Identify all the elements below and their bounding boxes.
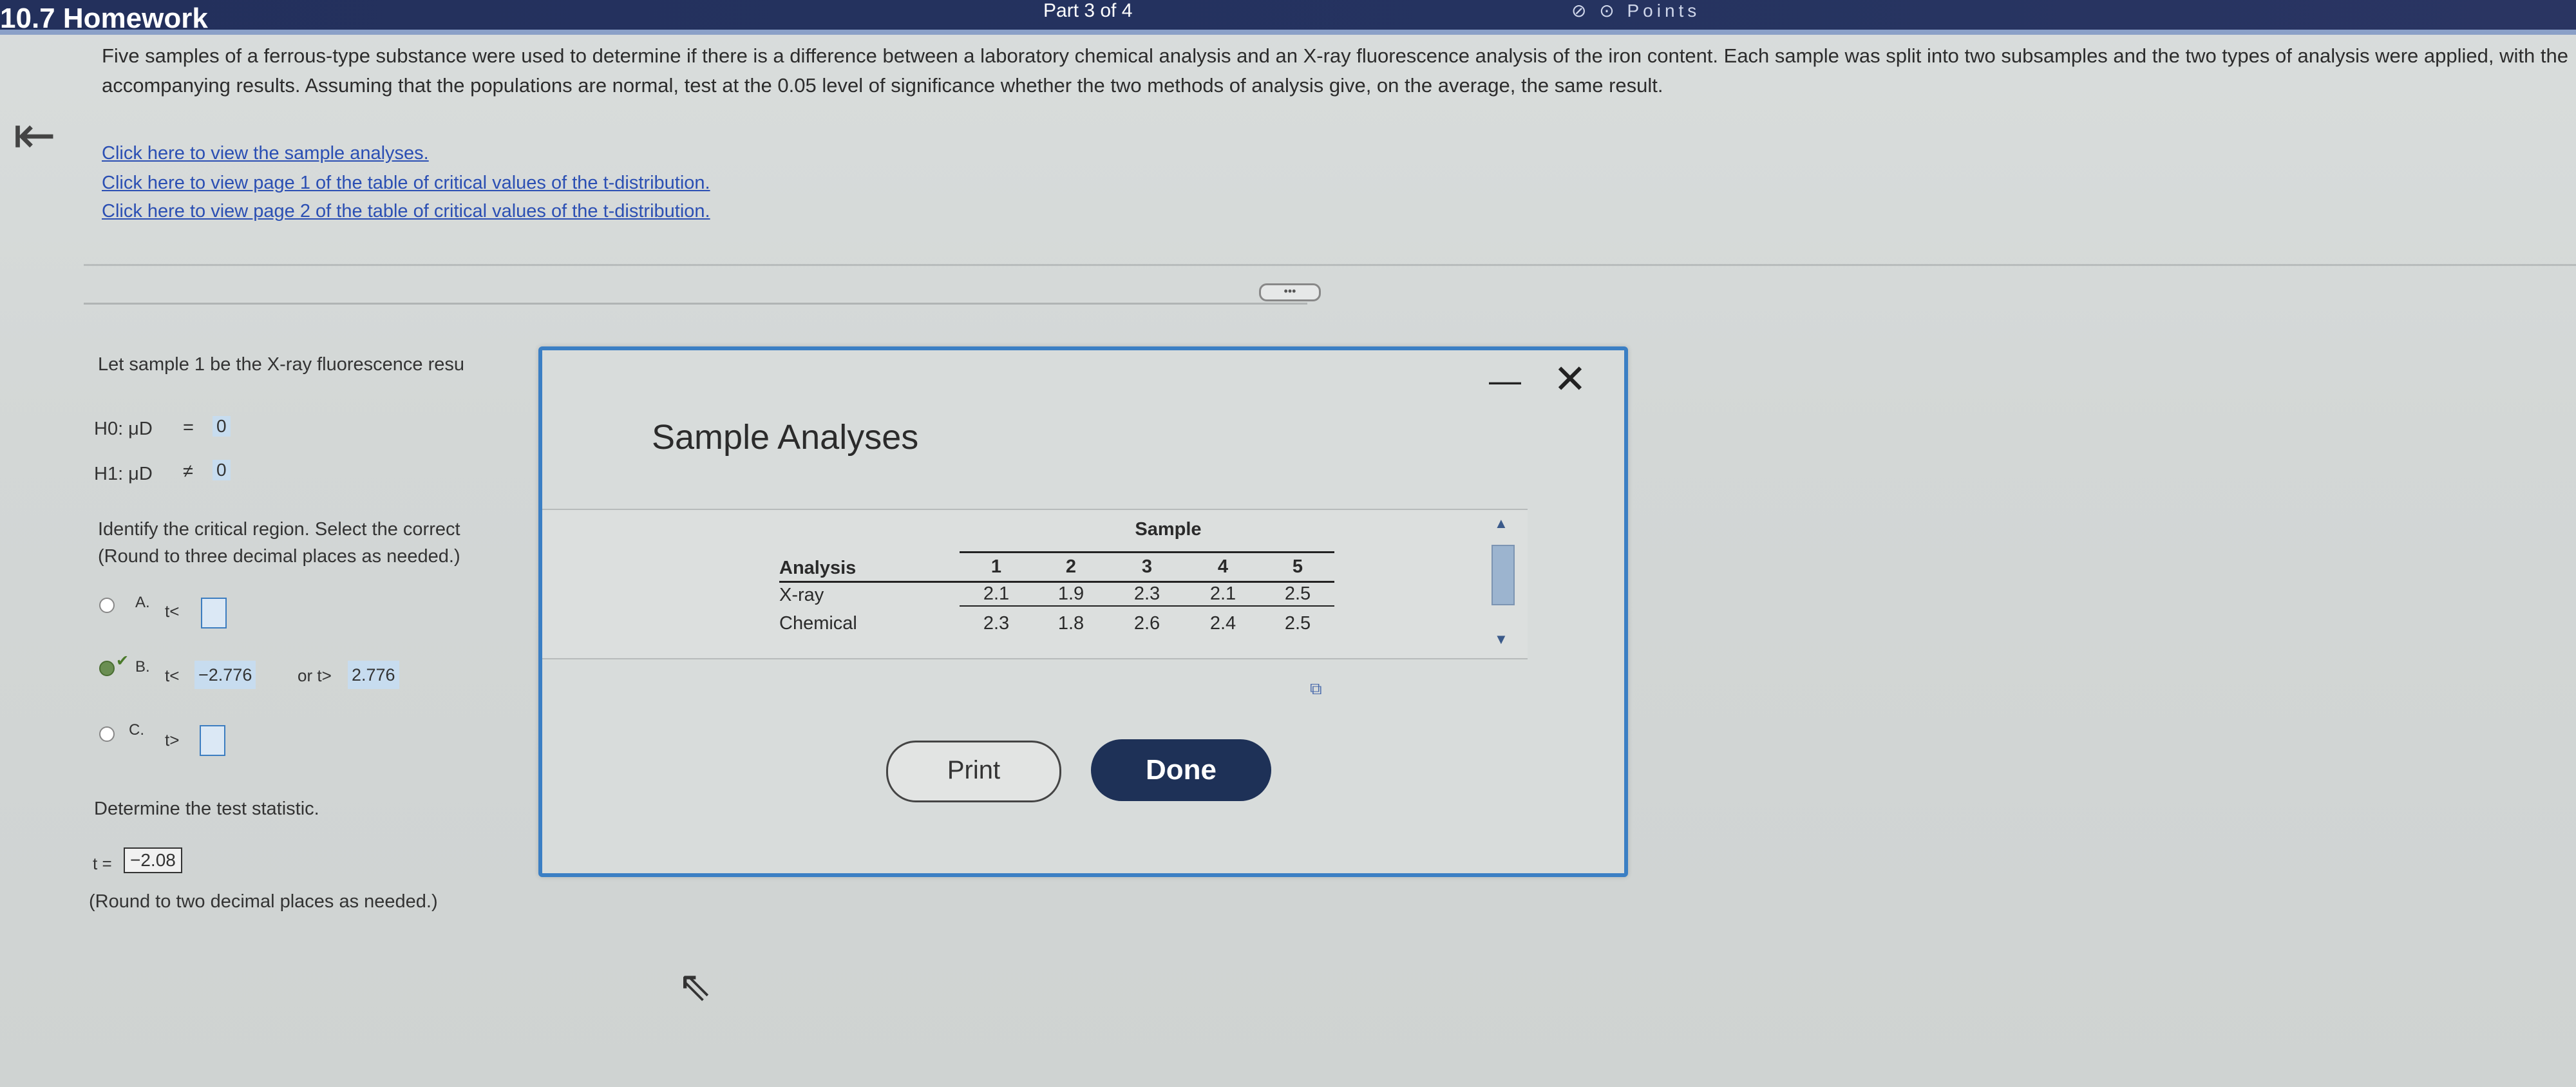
table-scrollbar[interactable]: ▲ ▼	[1489, 509, 1515, 657]
option-a-letter: A.	[135, 594, 150, 611]
table-col-header: 4	[1217, 556, 1229, 577]
option-c-input[interactable]	[200, 725, 225, 756]
option-b-value-right[interactable]: 2.776	[348, 661, 399, 689]
link-sample-analyses[interactable]: Click here to view the sample analyses.	[102, 143, 429, 164]
test-statistic-prompt: Determine the test statistic.	[94, 799, 319, 819]
sample-analyses-dialog: — ✕ Sample Analyses ⧉ Sample Analysis 1 …	[538, 346, 1628, 877]
h1-label: H1: μD	[94, 464, 153, 484]
scroll-thumb[interactable]	[1492, 545, 1515, 605]
option-b-value-left[interactable]: −2.776	[194, 661, 256, 689]
top-bar: 10.7 Homework Part 3 of 4 ⊘ ⊙ Points	[0, 0, 2576, 34]
close-icon[interactable]: ✕	[1553, 355, 1587, 402]
option-b-text-left: t<	[165, 666, 180, 685]
h1-operator: ≠	[183, 461, 193, 482]
header-accent-strip	[0, 30, 2576, 35]
dialog-title: Sample Analyses	[652, 418, 919, 457]
scroll-down-icon[interactable]: ▼	[1494, 631, 1508, 648]
expand-more-button[interactable]: •••	[1259, 283, 1321, 301]
option-a-text: t<	[165, 601, 180, 621]
table-header-sample: Sample	[1135, 519, 1202, 540]
critical-round-note: (Round to three decimal places as needed…	[98, 546, 460, 567]
copy-icon[interactable]: ⧉	[1310, 679, 1322, 699]
table-cell: 1.9	[1057, 583, 1084, 604]
back-arrow-icon[interactable]: ⇤	[13, 109, 56, 161]
option-b-radio-selected[interactable]	[99, 661, 115, 676]
option-a-radio[interactable]	[99, 598, 115, 613]
table-cell: 2.4	[1209, 613, 1236, 634]
option-a-input[interactable]	[201, 598, 227, 629]
table-header-analysis: Analysis	[779, 558, 857, 578]
part-indicator: Part 3 of 4	[1043, 0, 1133, 21]
h0-label: H0: μD	[94, 419, 153, 439]
done-button[interactable]: Done	[1091, 739, 1271, 801]
option-b-text-mid: or t>	[298, 666, 332, 685]
table-rule	[779, 581, 1334, 583]
test-statistic-value[interactable]: −2.08	[124, 847, 182, 873]
question-intro: Let sample 1 be the X-ray fluorescence r…	[98, 354, 465, 375]
table-col-header: 2	[1065, 556, 1077, 577]
table-cell: 2.5	[1284, 613, 1311, 634]
table-col-header: 1	[990, 556, 1002, 577]
table-cell: 1.8	[1057, 613, 1084, 634]
h1-value-field[interactable]: 0	[213, 460, 231, 480]
table-row-label: X-ray	[779, 585, 824, 605]
table-rule	[960, 605, 1334, 607]
print-button[interactable]: Print	[886, 741, 1061, 802]
link-t-table-page-2[interactable]: Click here to view page 2 of the table o…	[102, 201, 710, 222]
table-col-header: 5	[1292, 556, 1303, 577]
test-statistic-round-note: (Round to two decimal places as needed.)	[89, 891, 438, 912]
scroll-up-icon[interactable]: ▲	[1494, 515, 1508, 532]
section-divider	[84, 264, 2576, 266]
table-cell: 2.5	[1284, 583, 1311, 604]
table-cell: 2.1	[983, 583, 1010, 604]
top-right-icons[interactable]: ⊘ ⊙ Points	[1571, 0, 1700, 21]
table-row-label: Chemical	[779, 613, 857, 634]
h0-value-field[interactable]: 0	[213, 416, 231, 437]
table-col-header: 3	[1141, 556, 1153, 577]
table-cell: 2.1	[1209, 583, 1236, 604]
option-c-text: t>	[165, 730, 180, 750]
mouse-cursor-icon: ⇖	[677, 963, 712, 1009]
problem-statement: Five samples of a ferrous-type substance…	[102, 44, 2568, 97]
table-rule	[960, 551, 1334, 553]
sample-table-panel: ⧉ Sample Analysis 1 2 3 4 5 X-ray 2.1 1.…	[542, 509, 1528, 698]
test-statistic-label: t =	[93, 854, 112, 873]
option-b-letter: B.	[135, 658, 150, 676]
h0-operator: =	[183, 417, 194, 438]
critical-region-prompt: Identify the critical region. Select the…	[98, 519, 460, 540]
table-cell: 2.3	[1133, 583, 1160, 604]
option-c-letter: C.	[129, 721, 144, 739]
option-c-radio[interactable]	[99, 726, 115, 742]
table-cell: 2.6	[1133, 613, 1160, 634]
checkmark-icon: ✔	[116, 652, 129, 670]
minimize-icon[interactable]: —	[1489, 362, 1521, 399]
link-t-table-page-1[interactable]: Click here to view page 1 of the table o…	[102, 173, 710, 194]
table-cell: 2.3	[983, 613, 1010, 634]
section-divider	[84, 303, 1307, 305]
